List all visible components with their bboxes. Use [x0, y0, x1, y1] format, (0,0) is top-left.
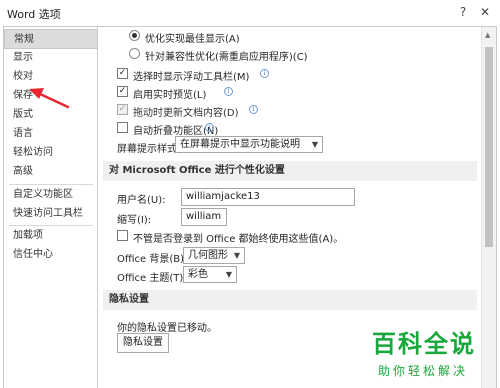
- close-button[interactable]: ✕: [476, 3, 494, 21]
- office-theme-label: Office 主题(T):: [117, 273, 187, 284]
- checkbox-mini-toolbar-label: 选择时显示浮动工具栏(M): [133, 72, 250, 83]
- checkbox-always-use-values[interactable]: [117, 230, 128, 241]
- info-icon[interactable]: i: [249, 105, 258, 114]
- office-theme-select[interactable]: 彩色 ▼: [183, 266, 237, 283]
- info-icon[interactable]: i: [224, 87, 233, 96]
- sidebar-item-quick-access-toolbar[interactable]: 快速访问工具栏: [4, 204, 98, 224]
- username-input[interactable]: williamjacke13: [181, 188, 355, 206]
- checkbox-collapse-ribbon[interactable]: [117, 122, 128, 133]
- sidebar-item-customize-ribbon[interactable]: 自定义功能区: [4, 185, 98, 205]
- checkbox-drag-update-label: 拖动时更新文档内容(D): [133, 108, 239, 119]
- office-background-label: Office 背景(B):: [117, 254, 188, 265]
- radio-optimize-compat[interactable]: [129, 48, 140, 59]
- sidebar-item-general[interactable]: 常规: [4, 29, 98, 49]
- chevron-down-icon: ▼: [225, 270, 232, 279]
- office-background-select[interactable]: 几何图形 ▼: [183, 247, 245, 264]
- sidebar-item-language[interactable]: 语言: [4, 124, 98, 144]
- initials-label: 缩写(I):: [117, 215, 152, 226]
- checkbox-live-preview[interactable]: ✓: [117, 86, 128, 97]
- radio-optimize-display[interactable]: [129, 30, 140, 41]
- screentip-style-value: 在屏幕提示中显示功能说明: [180, 139, 300, 150]
- watermark-logo: 百科全说 助你轻松解决: [372, 324, 490, 386]
- scroll-up-icon[interactable]: ▲: [485, 31, 490, 39]
- office-theme-value: 彩色: [188, 269, 208, 280]
- sidebar-item-addins[interactable]: 加载项: [4, 226, 98, 246]
- sidebar-item-trust-center[interactable]: 信任中心: [4, 245, 98, 265]
- checkbox-drag-update: ✓: [117, 104, 128, 115]
- scrollbar-thumb[interactable]: [485, 47, 493, 247]
- radio-optimize-compat-label: 针对兼容性优化(需重启应用程序)(C): [145, 52, 308, 63]
- sidebar-item-proofing[interactable]: 校对: [4, 67, 98, 87]
- watermark-title: 百科全说: [372, 330, 476, 358]
- sidebar-item-accessibility[interactable]: 轻松访问: [4, 143, 98, 163]
- personalize-section-header: 对 Microsoft Office 进行个性化设置: [103, 161, 477, 181]
- chevron-down-icon: ▼: [233, 251, 240, 260]
- sidebar-item-advanced[interactable]: 高级: [4, 162, 98, 182]
- initials-input[interactable]: william: [181, 208, 227, 226]
- sidebar-item-display[interactable]: 显示: [4, 48, 98, 68]
- watermark-subtitle: 助你轻松解决: [378, 364, 469, 378]
- checkbox-always-use-values-label: 不管是否登录到 Office 都始终使用这些值(A)。: [133, 234, 344, 245]
- office-background-value: 几何图形: [188, 250, 228, 261]
- window-title: Word 选项: [7, 8, 61, 21]
- privacy-section-header: 隐私设置: [103, 290, 477, 310]
- sidebar-item-layout[interactable]: 版式: [4, 105, 98, 125]
- sidebar-item-save[interactable]: 保存: [4, 86, 98, 106]
- screentip-style-select[interactable]: 在屏幕提示中显示功能说明 ▼: [175, 136, 323, 153]
- info-icon[interactable]: i: [260, 69, 269, 78]
- chevron-down-icon: ▼: [311, 140, 318, 149]
- checkbox-live-preview-label: 启用实时预览(L): [133, 90, 207, 101]
- sidebar: 常规 显示 校对 保存 版式 语言 轻松访问 高级 自定义功能区 快速访问工具栏…: [4, 27, 98, 388]
- username-label: 用户名(U):: [117, 195, 166, 206]
- radio-optimize-display-label: 优化实现最佳显示(A): [145, 34, 240, 45]
- help-button[interactable]: ?: [454, 3, 472, 21]
- checkbox-mini-toolbar[interactable]: ✓: [117, 68, 128, 79]
- privacy-settings-button[interactable]: 隐私设置: [117, 333, 169, 353]
- info-icon[interactable]: i: [205, 123, 214, 132]
- privacy-moved-text: 你的隐私设置已移动。: [117, 323, 217, 334]
- title-bar: Word 选项 ? ✕: [0, 0, 500, 26]
